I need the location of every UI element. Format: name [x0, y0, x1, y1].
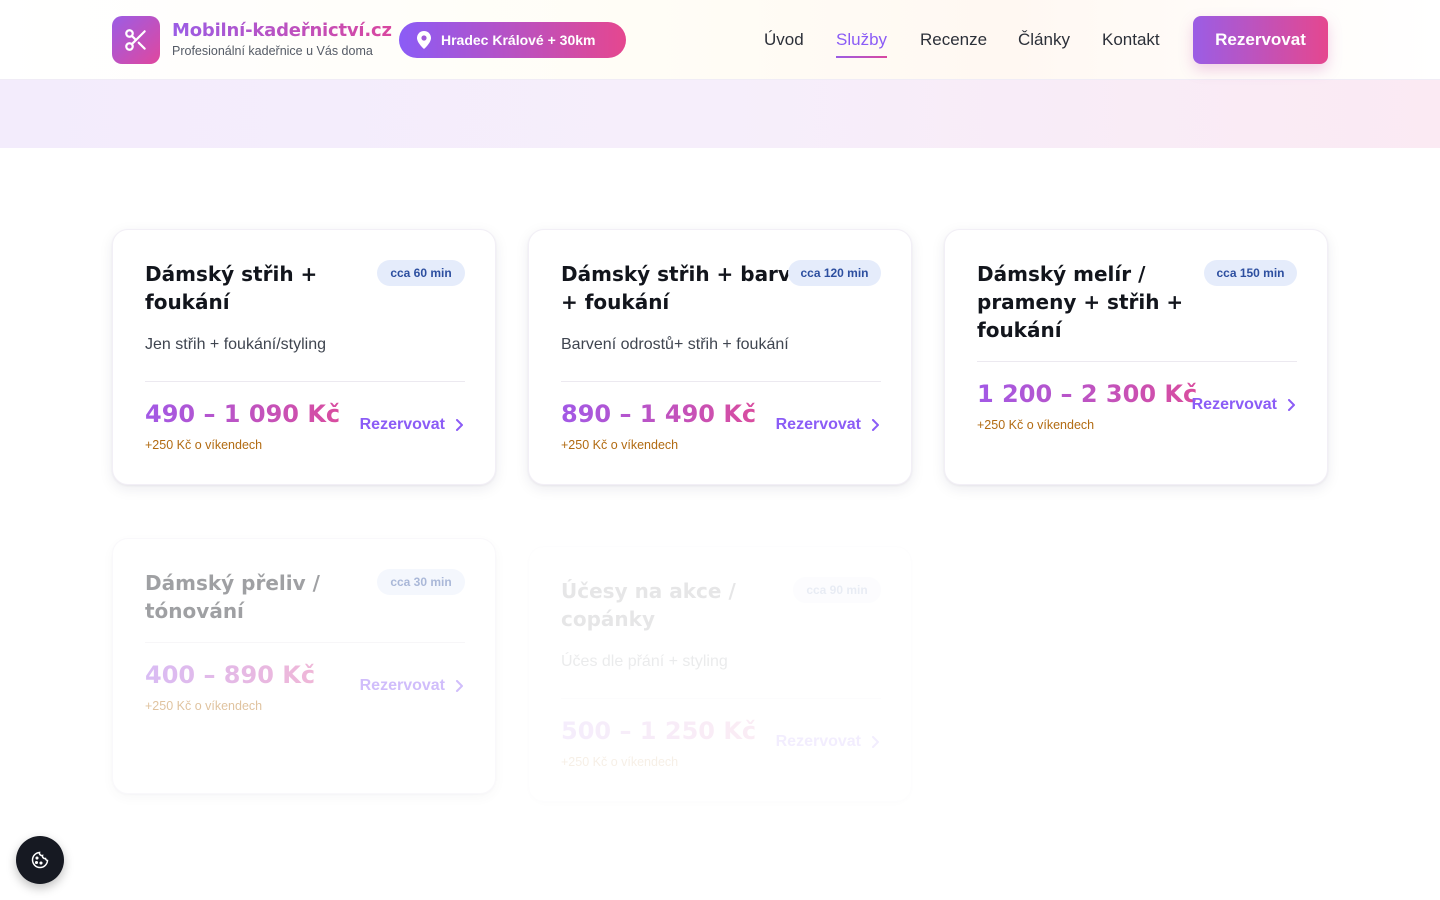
chevron-right-icon: [871, 419, 879, 431]
nav-item-recenze[interactable]: Recenze: [920, 30, 987, 54]
book-link[interactable]: Rezervovat: [1192, 396, 1295, 414]
service-price: 490 – 1 090 Kč: [145, 400, 341, 428]
service-price: 890 – 1 490 Kč: [561, 400, 757, 428]
hero-band: [0, 80, 1440, 148]
chevron-right-icon: [455, 680, 463, 692]
book-link-label: Rezervovat: [359, 677, 445, 694]
divider: [145, 381, 465, 382]
site-header: Mobilní-kadeřnictví.cz Profesionální kad…: [0, 0, 1440, 80]
scissors-icon: [123, 27, 149, 53]
book-link[interactable]: Rezervovat: [776, 733, 879, 751]
brand-subtitle: Profesionální kadeřnice u Vás doma: [172, 44, 373, 58]
weekend-surcharge: +250 Kč o víkendech: [145, 699, 263, 713]
book-link[interactable]: Rezervovat: [360, 416, 463, 434]
map-pin-icon: [417, 31, 431, 49]
nav-item-sluzby[interactable]: Služby: [836, 30, 888, 58]
service-price: 500 – 1 250 Kč: [561, 717, 757, 745]
service-title: Dámský přeliv / tónování: [145, 571, 320, 623]
chevron-right-icon: [455, 419, 463, 431]
chevron-right-icon: [871, 736, 879, 748]
service-card: Dámský střih + barva + foukání cca 120 mi…: [528, 229, 912, 485]
nav-item-clanky[interactable]: Články: [1018, 30, 1070, 54]
book-link[interactable]: Rezervovat: [360, 677, 463, 695]
book-link-label: Rezervovat: [359, 416, 445, 433]
service-card: Účesy na akce / copánky cca 90 min Účes d…: [528, 546, 912, 802]
location-badge[interactable]: Hradec Králové + 30km: [399, 22, 626, 58]
chevron-right-icon: [1287, 399, 1295, 411]
location-text: Hradec Králové + 30km: [441, 32, 596, 48]
service-title: Dámský střih + barva + foukání: [561, 262, 805, 314]
service-description: Jen střih + foukání/styling: [145, 336, 326, 353]
weekend-surcharge: +250 Kč o víkendech: [561, 755, 679, 769]
logo[interactable]: [112, 16, 160, 64]
brand-name[interactable]: Mobilní-kadeřnictví.cz: [172, 20, 392, 41]
duration-badge: cca 60 min: [377, 260, 465, 286]
weekend-surcharge: +250 Kč o víkendech: [145, 438, 263, 452]
service-title: Dámský melír / prameny + střih + foukání: [977, 262, 1184, 342]
weekend-surcharge: +250 Kč o víkendech: [977, 418, 1095, 432]
service-description: Účes dle přání + styling: [561, 653, 728, 670]
weekend-surcharge: +250 Kč o víkendech: [561, 438, 679, 452]
book-link-label: Rezervovat: [1191, 396, 1277, 413]
service-card: Dámský melír / prameny + střih + foukání c…: [944, 229, 1328, 485]
duration-badge: cca 120 min: [788, 260, 881, 286]
service-description: Barvení odrostů+ střih + foukání: [561, 336, 789, 353]
duration-badge: cca 90 min: [793, 577, 881, 603]
divider: [561, 381, 881, 382]
book-link[interactable]: Rezervovat: [776, 416, 879, 434]
nav-item-uvod[interactable]: Úvod: [764, 30, 804, 54]
service-title: Účesy na akce / copánky: [561, 579, 736, 631]
service-title: Dámský střih + foukání: [145, 262, 318, 314]
divider: [145, 642, 465, 643]
book-link-label: Rezervovat: [775, 733, 861, 750]
service-price: 400 – 890 Kč: [145, 661, 316, 689]
cookie-settings-button[interactable]: [16, 836, 64, 884]
service-card: Dámský střih + foukání cca 60 min Jen stř…: [112, 229, 496, 485]
cookie-icon: [30, 850, 50, 870]
nav-item-kontakt[interactable]: Kontakt: [1102, 30, 1160, 54]
reserve-button[interactable]: Rezervovat: [1193, 16, 1328, 64]
divider: [561, 698, 881, 699]
divider: [977, 361, 1297, 362]
book-link-label: Rezervovat: [775, 416, 861, 433]
duration-badge: cca 30 min: [377, 569, 465, 595]
duration-badge: cca 150 min: [1204, 260, 1297, 286]
service-price: 1 200 – 2 300 Kč: [977, 380, 1198, 408]
service-card: Dámský přeliv / tónování cca 30 min 400 –…: [112, 538, 496, 794]
